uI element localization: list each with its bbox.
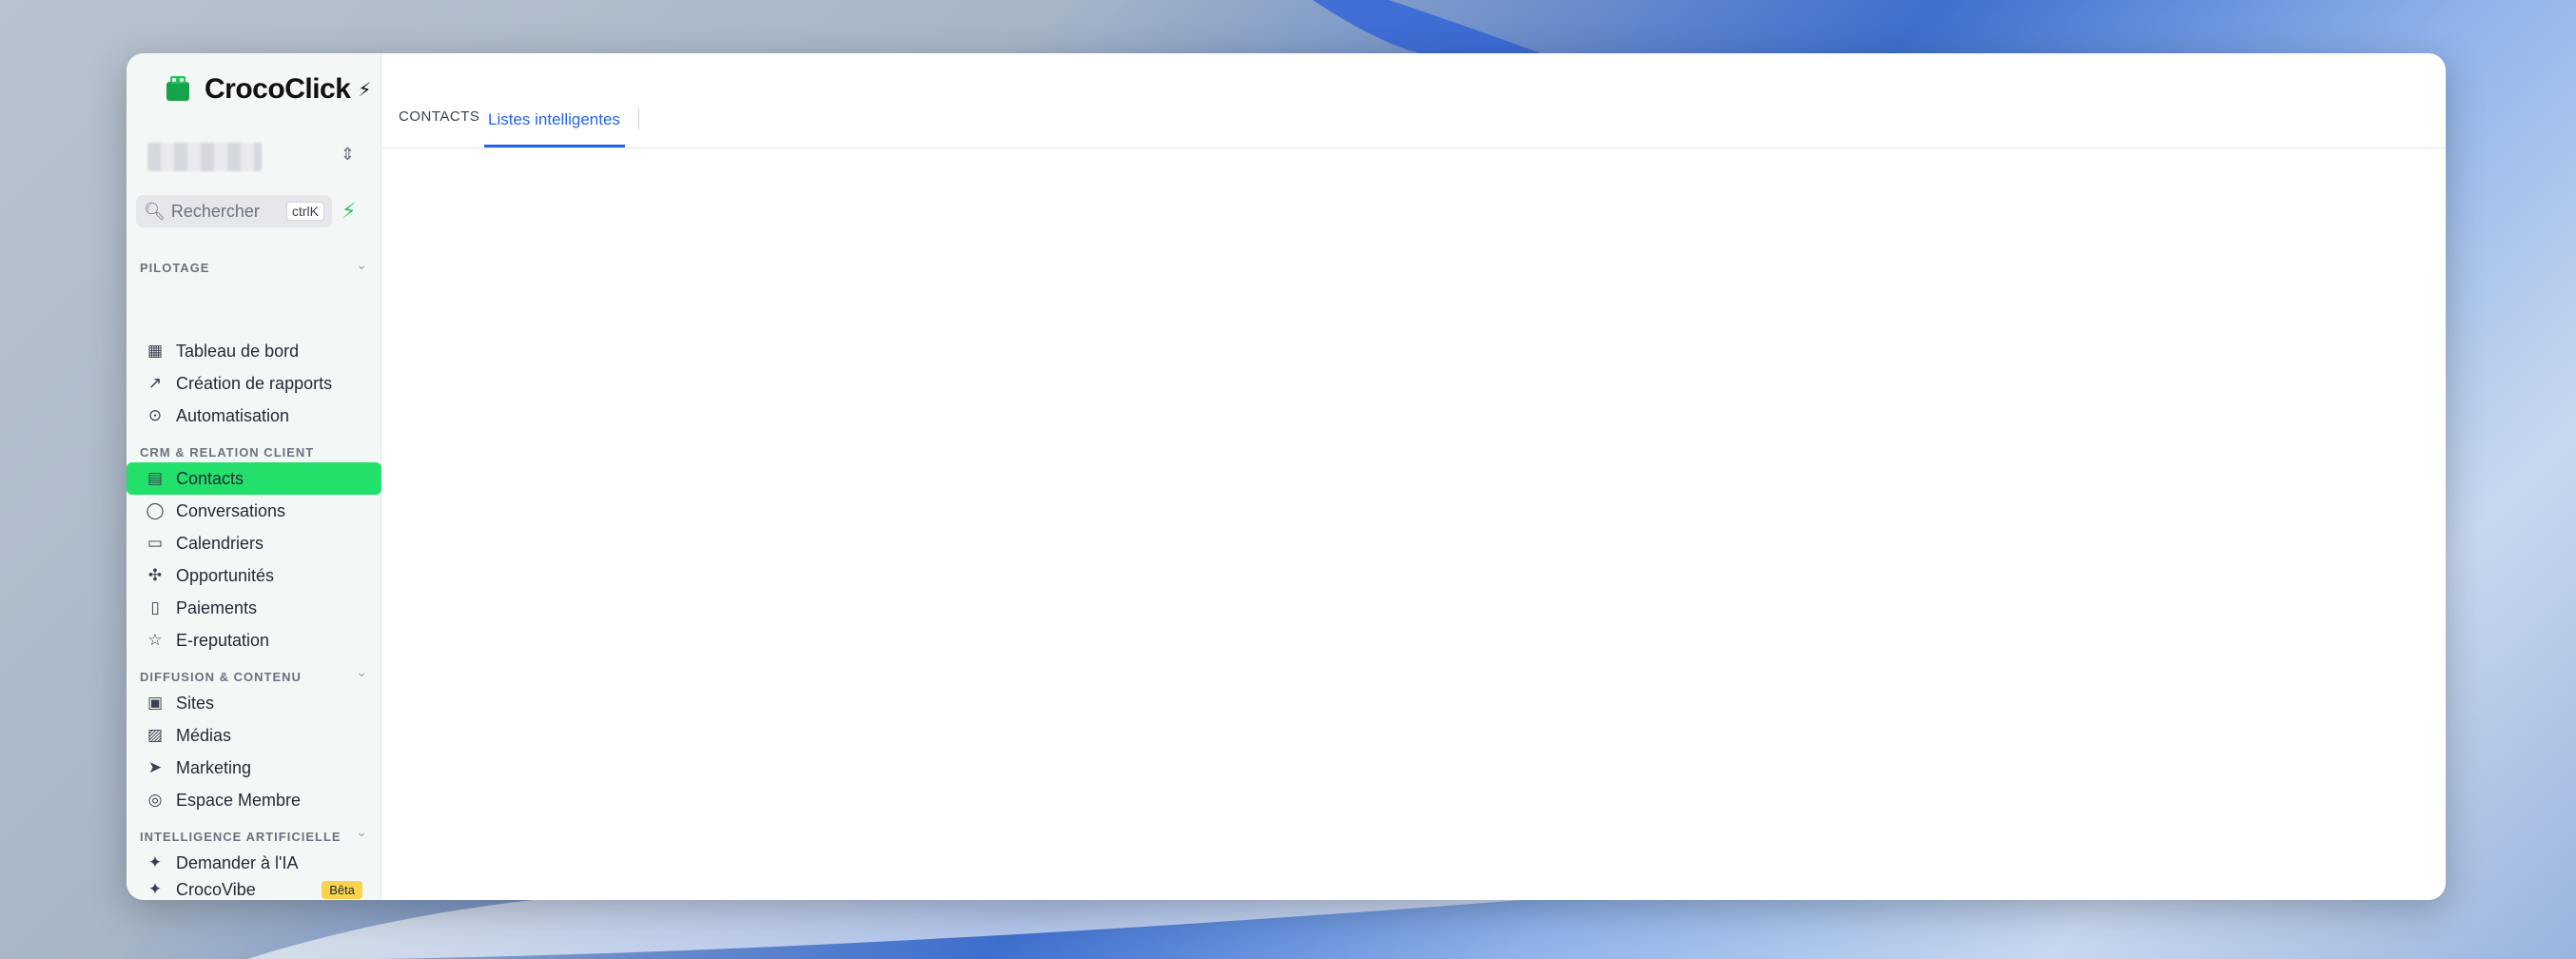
account-name-redacted xyxy=(147,143,262,171)
beta-badge: Bêta xyxy=(322,880,362,899)
sidebar-item-reports[interactable]: ↗ Création de rapports xyxy=(127,367,381,400)
main-area: CONTACTS Listes intelligentes xyxy=(381,53,2446,900)
sidebar-item-crocovibe[interactable]: ✦ CrocoVibe Bêta xyxy=(127,879,381,900)
croco-logo-icon xyxy=(166,76,189,101)
dashboard-icon: ▦ xyxy=(146,342,164,360)
sidebar-item-ask-ai[interactable]: ✦ Demander à l'IA xyxy=(127,847,381,879)
chevron-down-icon[interactable]: ⌄ xyxy=(356,257,367,273)
chart-line-icon: ↗ xyxy=(147,374,163,392)
account-switcher[interactable]: ⇕ xyxy=(147,133,364,181)
sidebar-item-automation[interactable]: ⊙ Automatisation xyxy=(127,400,381,432)
bolt-icon: ⚡ xyxy=(358,79,372,101)
sidebar-item-calendars[interactable]: ▭ Calendriers xyxy=(127,527,381,559)
contacts-icon: ▤ xyxy=(146,469,164,487)
active-tab-underline xyxy=(484,145,625,147)
automation-icon: ⊙ xyxy=(147,406,163,424)
section-ai: INTELLIGENCE ARTIFICIELLE xyxy=(140,830,342,844)
receipt-icon: ▯ xyxy=(150,598,160,616)
chevron-updown-icon: ⇕ xyxy=(340,145,355,164)
sidebar: CrocoClick ⚡ ⇕ 🔍︎ Rechercher ctrlK ⚡ PIL… xyxy=(127,53,381,900)
section-crm: CRM & RELATION CLIENT xyxy=(140,445,315,460)
sidebar-item-contacts[interactable]: ▤ Contacts xyxy=(127,462,381,495)
logo[interactable]: CrocoClick ⚡ xyxy=(163,67,371,112)
tab-smart-lists[interactable]: Listes intelligentes xyxy=(488,110,620,129)
sparkle-icon: ✦ xyxy=(147,880,163,898)
chevron-down-icon[interactable]: ⌄ xyxy=(356,824,367,840)
chat-icon: ◯ xyxy=(146,501,165,519)
app-window: CrocoClick ⚡ ⇕ 🔍︎ Rechercher ctrlK ⚡ PIL… xyxy=(127,53,2446,900)
section-diffusion: DIFFUSION & CONTENU xyxy=(140,670,302,684)
quick-action-bolt-icon[interactable]: ⚡ xyxy=(342,199,356,224)
sidebar-item-dashboard[interactable]: ▦ Tableau de bord xyxy=(127,335,381,367)
site-icon: ▣ xyxy=(146,694,164,712)
chevron-down-icon[interactable]: ⌄ xyxy=(356,664,367,680)
sidebar-item-ereputation[interactable]: ☆ E-reputation xyxy=(127,624,381,656)
search-icon: 🔍︎ xyxy=(144,201,166,221)
section-pilotage: PILOTAGE xyxy=(140,261,210,275)
top-tab-bar: CONTACTS Listes intelligentes xyxy=(381,53,2446,148)
sidebar-item-sites[interactable]: ▣ Sites xyxy=(127,687,381,719)
badge-icon: ◎ xyxy=(147,791,163,809)
sidebar-item-payments[interactable]: ▯ Paiements xyxy=(127,592,381,624)
opportunities-icon: ✣ xyxy=(147,566,163,584)
shortcut-hint: ctrlK xyxy=(286,202,324,221)
image-icon: ▨ xyxy=(146,726,164,744)
sidebar-search-row: 🔍︎ Rechercher ctrlK ⚡ xyxy=(136,192,374,230)
sidebar-search-input[interactable]: 🔍︎ Rechercher ctrlK xyxy=(136,195,332,227)
divider xyxy=(638,108,639,129)
sidebar-item-media[interactable]: ▨ Médias xyxy=(127,719,381,752)
sidebar-item-members[interactable]: ◎ Espace Membre xyxy=(127,784,381,816)
brand-name: CrocoClick xyxy=(205,73,351,105)
calendar-icon: ▭ xyxy=(146,534,164,552)
sidebar-item-conversations[interactable]: ◯ Conversations xyxy=(127,495,381,527)
sidebar-item-marketing[interactable]: ➤ Marketing xyxy=(127,752,381,784)
star-icon: ☆ xyxy=(147,631,163,649)
sidebar-item-opportunities[interactable]: ✣ Opportunités xyxy=(127,559,381,592)
tab-contacts[interactable]: CONTACTS xyxy=(399,108,479,125)
send-icon: ➤ xyxy=(147,758,163,776)
sparkle-icon: ✦ xyxy=(147,853,163,871)
